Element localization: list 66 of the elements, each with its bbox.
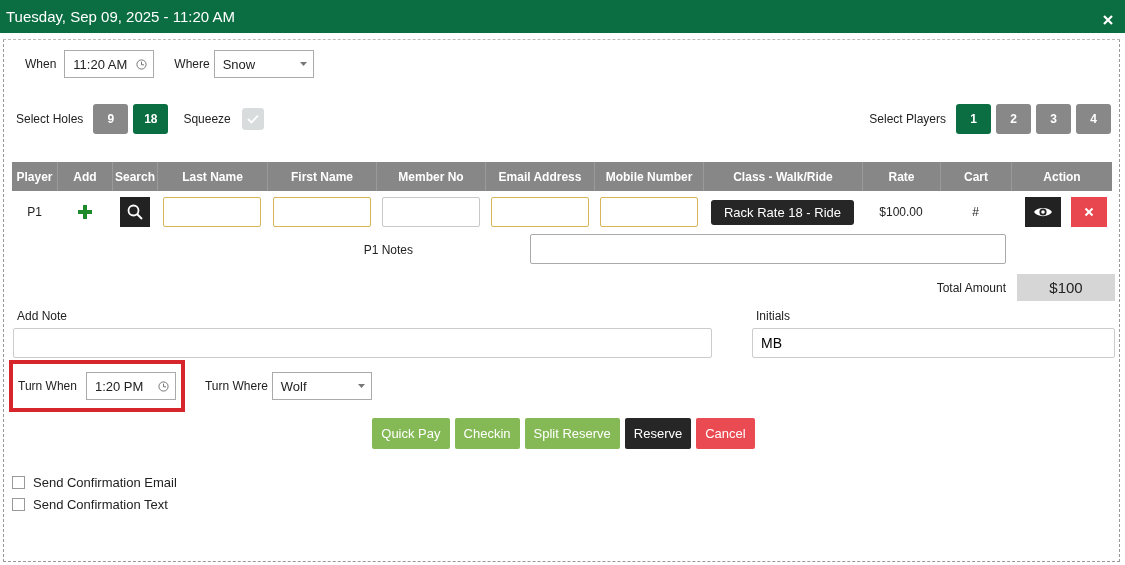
table-cell: P1: [27, 205, 42, 219]
dropdown[interactable]: Wolf: [271, 372, 372, 400]
players-option[interactable]: 2: [996, 104, 1031, 134]
dropdown[interactable]: Snow: [213, 50, 314, 78]
column-header: Rate: [862, 162, 940, 191]
clock-icon: [157, 380, 169, 392]
plus-icon[interactable]: [76, 204, 93, 220]
input-field[interactable]: [272, 197, 371, 227]
search-button[interactable]: [119, 197, 150, 227]
holes-option[interactable]: 18: [133, 104, 169, 134]
column-header: Cart: [940, 162, 1011, 191]
field-label: Add Note: [16, 309, 69, 323]
players-option[interactable]: 4: [1076, 104, 1111, 134]
column-header: Class - Walk/Ride: [703, 162, 862, 191]
initials-field[interactable]: MB: [752, 328, 1115, 358]
clock-icon: [136, 58, 148, 70]
field-label: Squeeze: [183, 112, 231, 126]
field-label: Turn When: [18, 379, 77, 393]
window-title: Tuesday, Sep 09, 2025 - 11:20 AM: [6, 8, 236, 25]
column-header: First Name: [267, 162, 376, 191]
field-label: When: [25, 57, 57, 71]
field-label: Initials: [755, 309, 791, 323]
field-label: Turn Where: [204, 379, 268, 393]
caret-icon: [299, 62, 307, 66]
input-field[interactable]: [599, 197, 698, 227]
column-header: Mobile Number: [594, 162, 703, 191]
caret-icon: [357, 384, 365, 388]
table-cell: #: [972, 205, 979, 219]
time-field[interactable]: 11:20 AM: [64, 50, 155, 78]
note-field[interactable]: [13, 328, 712, 358]
field-label: Select Holes: [16, 112, 84, 126]
close-icon: [1084, 207, 1094, 217]
column-header: Add: [57, 162, 112, 191]
input-field[interactable]: [163, 197, 261, 227]
column-header: Email Address: [485, 162, 594, 191]
checkbox[interactable]: [12, 476, 25, 489]
close-icon[interactable]: [1103, 15, 1113, 25]
time-field[interactable]: 1:20 PM: [85, 372, 176, 400]
column-header: Last Name: [157, 162, 267, 191]
field-label: P1 Notes: [363, 243, 413, 257]
players-option[interactable]: 1: [956, 104, 991, 134]
delete-button[interactable]: [1071, 197, 1107, 227]
action-button[interactable]: Reserve: [624, 418, 692, 449]
table-cell: $100.00: [879, 205, 923, 219]
field-label: Total Amount: [936, 280, 1006, 295]
column-header: Player: [12, 162, 57, 191]
checkbox-label: Send Confirmation Text: [33, 497, 168, 512]
view-button[interactable]: [1025, 197, 1061, 227]
input-field[interactable]: [381, 197, 480, 227]
column-header: Member No: [376, 162, 485, 191]
notes-field[interactable]: [530, 233, 1006, 264]
field-label: Where: [174, 57, 210, 71]
column-header: Search: [112, 162, 157, 191]
checkbox-label: Send Confirmation Email: [33, 475, 177, 490]
search-icon: [126, 204, 143, 220]
players-option[interactable]: 3: [1036, 104, 1071, 134]
eye-icon: [1033, 205, 1053, 219]
class-button[interactable]: Rack Rate 18 - Ride: [710, 199, 855, 225]
column-header: Action: [1011, 162, 1112, 191]
total-amount: $100: [1017, 274, 1115, 301]
field-label: Select Players: [869, 112, 946, 126]
action-button[interactable]: Cancel: [696, 418, 755, 449]
holes-option[interactable]: 9: [93, 104, 129, 134]
checkbox[interactable]: [12, 498, 25, 511]
check-icon: [246, 114, 259, 124]
input-field[interactable]: [490, 197, 589, 227]
